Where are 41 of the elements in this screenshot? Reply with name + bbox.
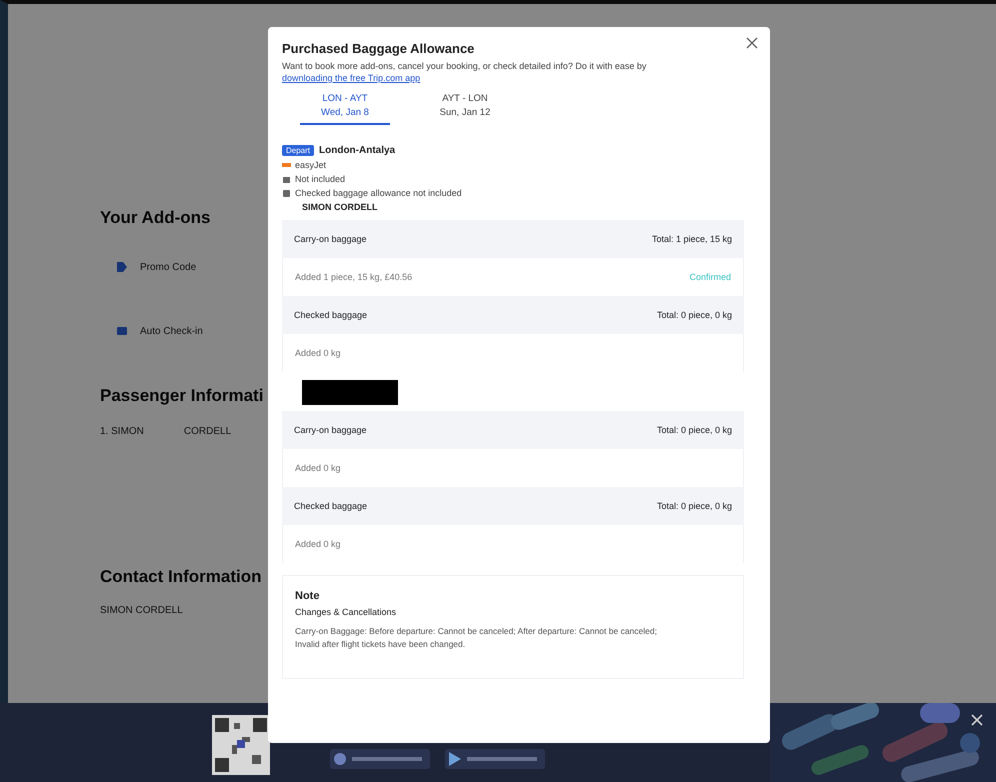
note-text: Carry-on Baggage: Before departure: Cannot be canceled; After departure: Cannot be canceled; Invalid after flight tickets have been changed. xyxy=(295,625,658,651)
baggage-type: Carry-on baggage xyxy=(294,425,367,435)
section-heading: Passenger Informati xyxy=(100,386,264,406)
section-heading: Your Add-ons xyxy=(100,208,210,228)
baggage-total: Total: 0 piece, 0 kg xyxy=(656,501,732,511)
passenger-name: 1. SIMON xyxy=(100,426,144,437)
app-download-link[interactable]: downloading the free Trip.com app xyxy=(282,73,420,83)
airline-name: easyJet xyxy=(295,160,326,170)
depart-badge: Depart xyxy=(282,145,314,156)
passenger-name: SIMON CORDELL xyxy=(301,202,378,212)
note-subtitle: Changes & Cancellations xyxy=(295,607,398,617)
added-baggage: Added 0 kg xyxy=(295,463,341,473)
baggage-type: Checked baggage xyxy=(294,501,368,511)
baggage-total: Total: 0 piece, 0 kg xyxy=(656,425,732,435)
app-store-button[interactable] xyxy=(330,749,430,769)
airline-logo-icon xyxy=(282,161,291,169)
baggage-type: Carry-on baggage xyxy=(294,234,367,244)
added-baggage: Added 0 kg xyxy=(295,539,341,549)
intro-text: Want to book more add-ons, cancel your booking, or check detailed info? Do it with ease by downloading the free Trip.com app xyxy=(282,60,648,84)
status-text: Confirmed xyxy=(689,272,731,282)
flight-tab[interactable]: LON - AYT Wed, Jan 8 xyxy=(300,92,390,125)
google-play-button[interactable] xyxy=(445,749,545,769)
addon-name: Auto Check-in xyxy=(140,326,203,336)
baggage-total: Total: 0 piece, 0 kg xyxy=(656,310,732,320)
close-icon[interactable] xyxy=(746,37,758,49)
addon-name: Promo Code xyxy=(140,262,196,272)
baggage-type: Checked baggage xyxy=(294,310,368,320)
carry-on-status: Not included xyxy=(295,174,346,184)
baggage-total: Total: 1 piece, 15 kg xyxy=(652,234,732,244)
route-name: London-Antalya xyxy=(319,145,396,156)
contact-name: SIMON CORDELL xyxy=(100,605,183,616)
qr-code-icon xyxy=(212,715,270,775)
tag-icon xyxy=(116,261,128,273)
note-title: Note xyxy=(295,590,320,602)
section-heading: Contact Information xyxy=(100,567,262,587)
passenger-name: CORDELL xyxy=(184,426,232,437)
added-baggage: Added 0 kg xyxy=(295,348,341,358)
checked-status: Checked baggage allowance not included xyxy=(295,188,462,198)
flight-tab[interactable]: AYT - LON Sun, Jan 12 xyxy=(420,92,510,125)
dialog-title: Purchased Baggage Allowance xyxy=(282,41,476,56)
added-baggage: Added 1 piece, 15 kg, £40.56 xyxy=(295,272,412,282)
